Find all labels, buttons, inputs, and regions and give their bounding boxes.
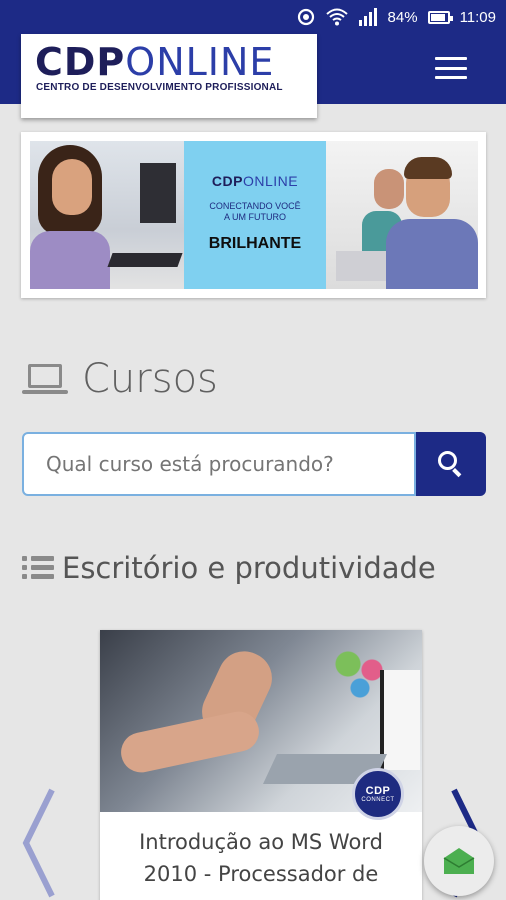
banner-logo: CDPONLINE [211,173,299,189]
promo-banner[interactable]: CDPONLINE CONECTANDO VOCÊ A UM FUTURO BR… [21,132,486,298]
course-card[interactable]: CDP CONNECT Introdução ao MS Word 2010 -… [100,630,422,900]
search-button[interactable] [416,432,486,496]
sync-icon [297,8,314,26]
laptop-icon [22,362,68,396]
banner-message: CDPONLINE CONECTANDO VOCÊ A UM FUTURO BR… [184,141,326,289]
contact-fab[interactable] [424,826,494,896]
search-input[interactable] [22,432,416,496]
banner-line-2: A UM FUTURO [224,212,286,222]
chevron-left-icon [22,788,55,898]
banner-highlight: BRILHANTE [208,235,302,252]
search-icon [438,451,464,478]
course-search [22,432,486,496]
logo-subtitle: CENTRO DE DESENVOLVIMENTO PROFISSIONAL [36,82,283,93]
logo-wordmark: CDPONLINE [35,40,275,84]
section-title-text: Cursos [82,356,218,402]
banner-line-1: CONECTANDO VOCÊ [209,201,301,211]
wifi-icon [325,8,348,26]
cdp-connect-badge: CDP CONNECT [352,768,404,820]
signal-icon [358,8,377,26]
hamburger-menu-icon[interactable] [432,54,470,82]
banner-photo-student [30,141,184,289]
status-icons: 84% 11:09 [296,0,496,34]
course-title: Introdução ao MS Word 2010 - Processador… [139,830,383,886]
battery-percent: 84% [387,8,418,26]
section-title: Cursos [22,352,218,406]
list-icon [22,556,54,580]
status-bar: 84% 11:09 [0,0,506,34]
category-title: Escritório e produtividade [62,551,436,585]
envelope-icon [443,848,475,874]
clock: 11:09 [459,8,496,26]
logo[interactable]: CDPONLINE CENTRO DE DESENVOLVIMENTO PROF… [21,34,317,118]
category-heading: Escritório e produtividade [22,546,436,590]
carousel-prev-button[interactable] [20,786,60,900]
battery-icon [427,10,453,24]
banner-photo-students [326,141,478,289]
